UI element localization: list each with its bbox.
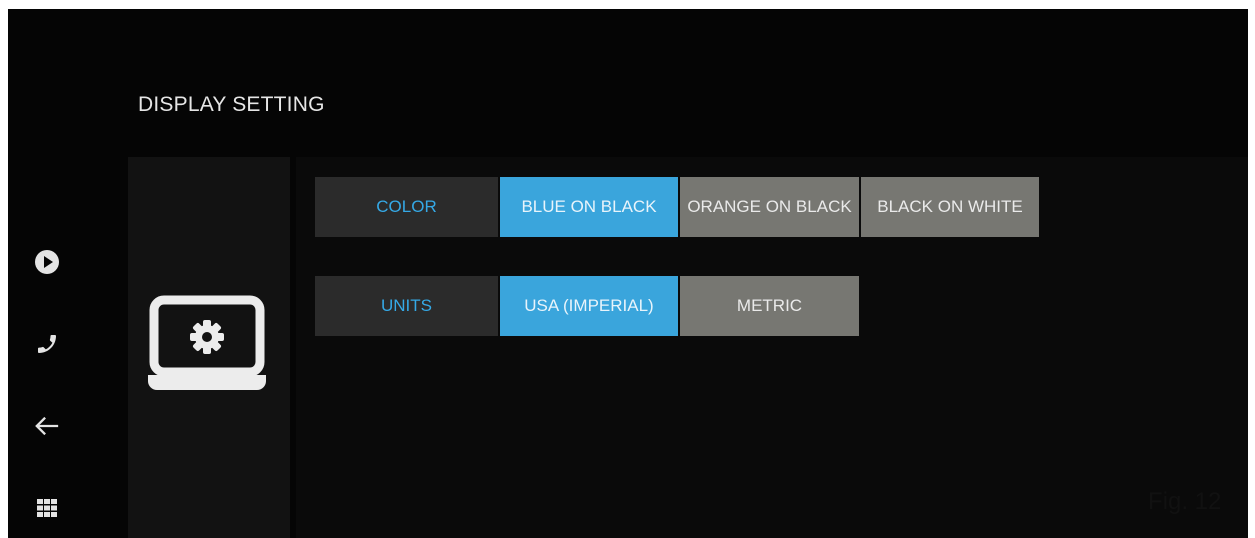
page-title: DISPLAY SETTING — [138, 93, 325, 116]
units-label: UNITS — [315, 276, 498, 336]
color-setting-row: COLOR BLUE ON BLACK ORANGE ON BLACK BLAC… — [315, 177, 1039, 237]
nav-rail — [8, 9, 108, 538]
option-metric[interactable]: METRIC — [680, 276, 859, 336]
apps-grid-icon[interactable] — [34, 495, 60, 521]
option-usa-imperial[interactable]: USA (IMPERIAL) — [500, 276, 678, 336]
option-orange-on-black[interactable]: ORANGE ON BLACK — [680, 177, 859, 237]
side-panel — [128, 157, 290, 538]
units-setting-row: UNITS USA (IMPERIAL) METRIC — [315, 276, 859, 336]
figure-label: Fig. 12 — [1148, 488, 1222, 515]
color-label: COLOR — [315, 177, 498, 237]
phone-icon[interactable] — [34, 331, 60, 357]
option-blue-on-black[interactable]: BLUE ON BLACK — [500, 177, 678, 237]
option-black-on-white[interactable]: BLACK ON WHITE — [861, 177, 1039, 237]
display-screen: DISPLAY SETTING COLOR BLUE ON BLACK ORAN… — [8, 9, 1248, 538]
settings-monitor-icon — [148, 295, 266, 396]
back-arrow-icon[interactable] — [34, 413, 60, 439]
play-icon[interactable] — [34, 249, 60, 275]
